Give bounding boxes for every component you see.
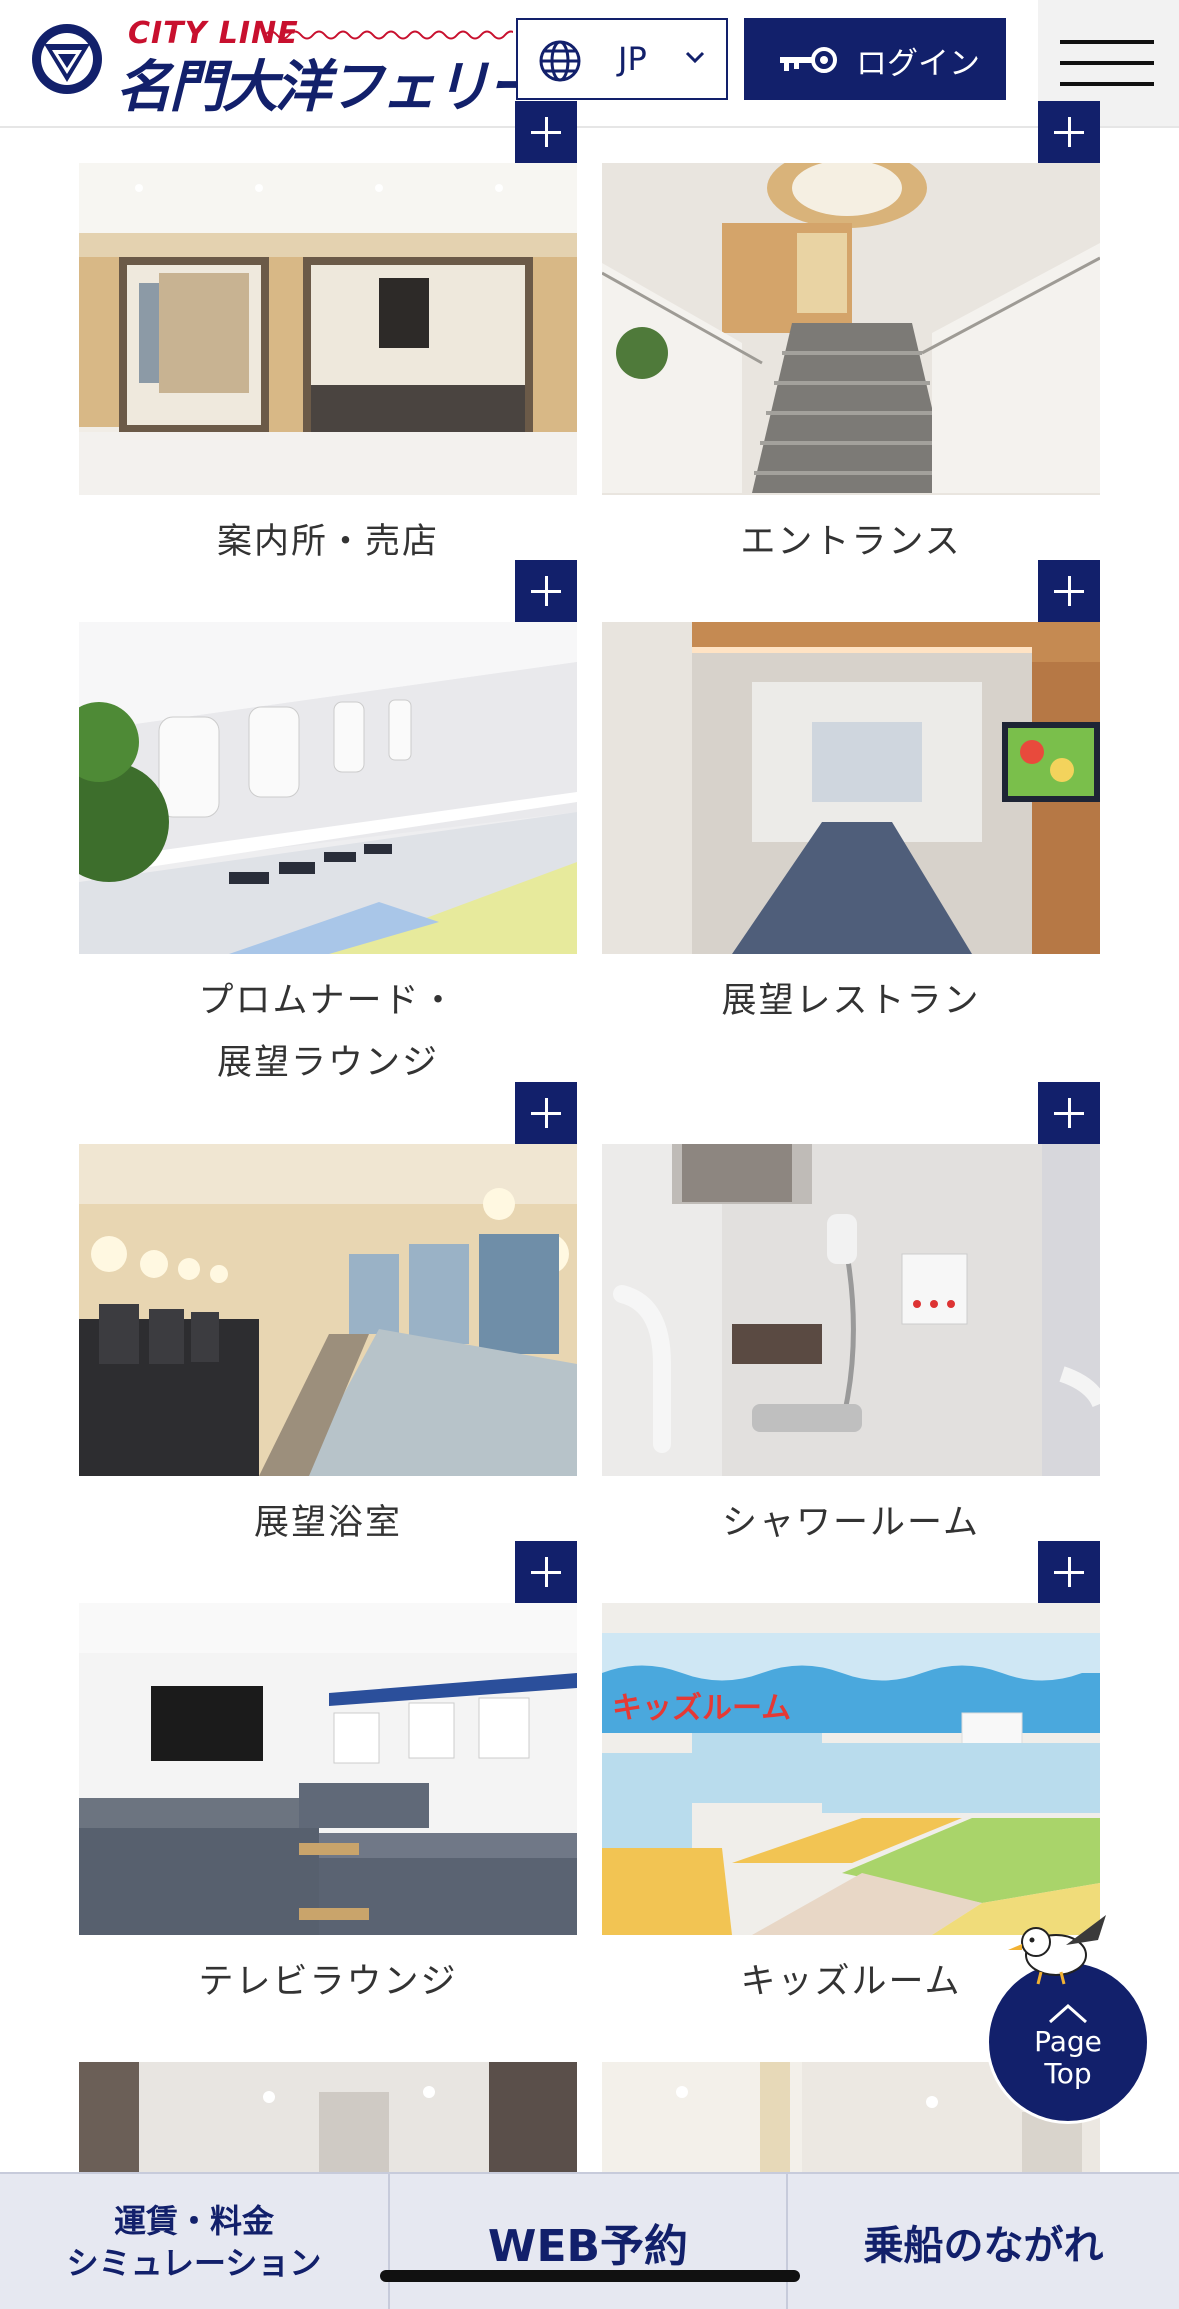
login-label: ログイン (856, 46, 980, 82)
kids-wall-lettering: キッズルーム (612, 1691, 791, 1726)
facility-photo (602, 163, 1100, 495)
facility-title: 展望レストラン (721, 981, 981, 1021)
fare-simulation-link[interactable]: 運賃・料金 シミュレーション (0, 2174, 388, 2309)
facility-title: エントランス (740, 522, 962, 562)
plus-icon[interactable] (515, 1541, 577, 1603)
facility-title: 展望浴室 (253, 1503, 402, 1543)
fare-simulation-line2: シミュレーション (66, 2243, 322, 2282)
page-top-button[interactable]: Page Top (986, 1910, 1152, 2126)
site-logo[interactable]: CITY LINE 名門大洋フェリー (30, 16, 543, 120)
plus-icon[interactable] (1038, 560, 1100, 622)
page-top-line2: Top (1044, 2057, 1092, 2090)
key-icon (780, 47, 837, 73)
facility-title: シャワールーム (722, 1503, 980, 1543)
facility-photo: キッズルーム (602, 1603, 1100, 1935)
globe-icon (539, 40, 581, 82)
plus-icon[interactable] (1038, 1541, 1100, 1603)
company-emblem-icon (32, 24, 102, 94)
plus-icon[interactable] (515, 1082, 577, 1144)
page-top-label: Page Top (986, 2026, 1150, 2090)
facility-photo (79, 1144, 577, 1476)
bottom-navigation-bar: 運賃・料金 シミュレーション WEB予約 乗船のながれ (0, 2172, 1179, 2309)
facility-title: 展望ラウンジ (216, 1043, 439, 1083)
facility-photo (79, 1603, 577, 1935)
plus-icon[interactable] (1038, 1082, 1100, 1144)
boarding-flow-link[interactable]: 乗船のながれ (788, 2174, 1179, 2309)
hamburger-menu-icon (1060, 40, 1154, 44)
chevron-down-icon (685, 51, 705, 64)
facility-photo (79, 2062, 577, 2172)
web-booking-label: WEB予約 (487, 2220, 689, 2272)
home-indicator (380, 2270, 800, 2282)
facility-photo (79, 163, 577, 495)
facility-title: プロムナード・ (198, 981, 458, 1021)
hamburger-menu-icon (1060, 61, 1154, 65)
page-top-line1: Page (1034, 2025, 1102, 2058)
logo-wave-line (265, 30, 513, 40)
language-label: JP (618, 40, 647, 78)
arrow-up-icon (1049, 2003, 1087, 2024)
boarding-flow-label: 乗船のながれ (863, 2222, 1104, 2269)
site-header: CITY LINE 名門大洋フェリー JP ログイン (0, 0, 1179, 128)
plus-icon[interactable] (515, 560, 577, 622)
login-button[interactable]: ログイン (744, 18, 1006, 100)
plus-icon[interactable] (515, 101, 577, 163)
facility-photo (602, 1144, 1100, 1476)
language-selector[interactable]: JP (516, 18, 728, 100)
hamburger-menu-icon (1060, 82, 1154, 86)
web-booking-link[interactable]: WEB予約 (388, 2174, 788, 2309)
facility-photo (602, 622, 1100, 954)
logo-company-name: 名門大洋フェリー (116, 55, 543, 120)
plus-icon[interactable] (1038, 101, 1100, 163)
facility-title: 案内所・売店 (216, 522, 439, 562)
fare-simulation-line1: 運賃・料金 (113, 2201, 274, 2240)
seagull-icon (1008, 1915, 1106, 1985)
facility-title: テレビラウンジ (198, 1962, 458, 2002)
facility-photo (79, 622, 577, 954)
